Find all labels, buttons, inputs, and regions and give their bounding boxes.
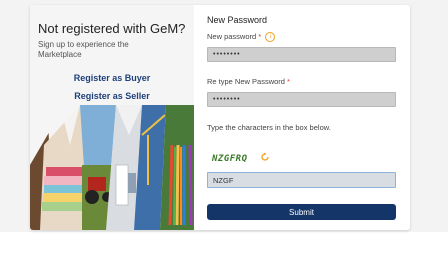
- password-form: New Password New password * i Re type Ne…: [194, 5, 410, 230]
- new-password-input[interactable]: [207, 47, 396, 62]
- promo-title: Not registered with GeM?: [38, 21, 186, 36]
- form-heading: New Password: [207, 15, 268, 25]
- retype-password-label-text: Re type New Password: [207, 77, 285, 86]
- page-footer-strip: [0, 232, 448, 253]
- retype-password-label: Re type New Password *: [207, 77, 290, 86]
- captcha-label: Type the characters in the box below.: [207, 123, 331, 132]
- new-password-label: New password * i: [207, 32, 276, 43]
- captcha-input[interactable]: [207, 172, 396, 188]
- captcha-image: NZGFRQ: [212, 154, 248, 164]
- submit-button[interactable]: Submit: [207, 204, 396, 220]
- promo-subtitle: Sign up to experience the Marketplace: [38, 40, 129, 59]
- required-mark: *: [287, 77, 290, 86]
- retype-password-input[interactable]: [207, 92, 396, 107]
- new-password-label-text: New password: [207, 32, 257, 41]
- refresh-icon[interactable]: [260, 152, 270, 162]
- info-icon[interactable]: i: [265, 32, 276, 43]
- registration-promo: Not registered with GeM? Sign up to expe…: [30, 5, 194, 230]
- reset-password-card: Not registered with GeM? Sign up to expe…: [30, 5, 410, 230]
- register-seller-link[interactable]: Register as Seller: [30, 91, 194, 101]
- required-mark: *: [258, 32, 262, 41]
- register-buyer-link[interactable]: Register as Buyer: [30, 73, 194, 83]
- marketplace-collage-image: [30, 105, 194, 230]
